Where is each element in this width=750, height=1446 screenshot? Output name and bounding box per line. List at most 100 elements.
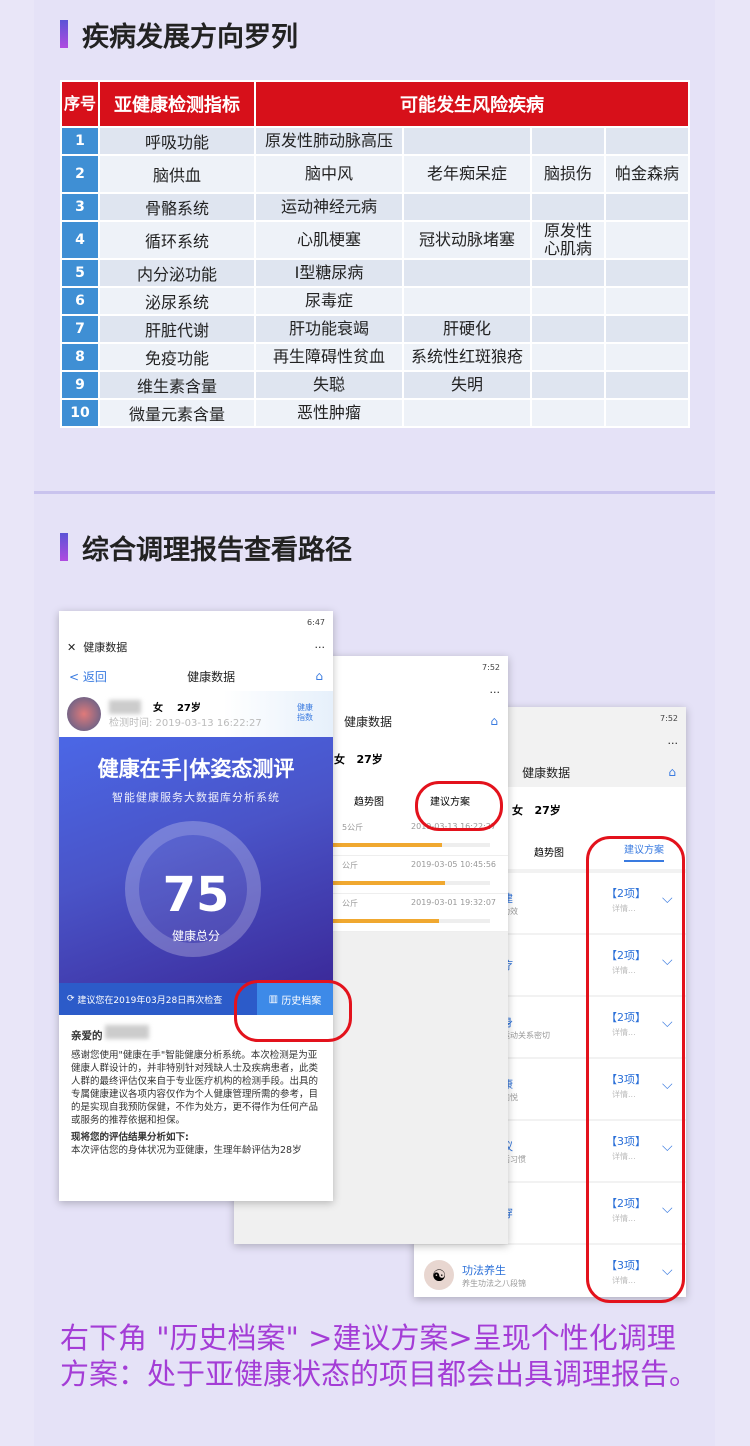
disease-cell: I型糖尿病 [254,258,404,288]
disease-cell [604,370,690,400]
record-weight: 公斤 [342,861,358,870]
disease-cell [604,314,690,344]
close-icon[interactable]: ✕ [67,641,76,654]
indicator-cell: 维生素含量 [98,370,256,400]
disease-cell [604,286,690,316]
section-divider [34,491,715,494]
advice-name: 身 [502,1014,550,1030]
caption: 右下角 "历史档案" >建议方案>呈现个性化调理方案：处于亚健康状态的项目都会出… [60,1321,699,1391]
disease-cell: 心肌梗塞 [254,220,404,260]
section-title-path: 综合调理报告查看路径 [60,527,352,567]
indicator-cell: 循环系统 [98,220,256,260]
health-index-link[interactable]: 健康指数 [297,703,319,723]
record-time: 2019-03-05 10:45:56 [411,860,496,869]
row-number: 6 [60,286,100,316]
disease-cell [530,370,606,400]
recheck-text: 建议您在2019年03月28日再次检查 [77,995,223,1006]
disease-cell [530,314,606,344]
more-menu-icon[interactable]: ··· [315,641,326,654]
row-number: 10 [60,398,100,428]
disease-cell [402,286,532,316]
table-row: 4 循环系统 心肌梗塞 冠状动脉堵塞 原发性 心肌病 [60,220,690,260]
table-row: 8 免疫功能 再生障碍性贫血 系统性红斑狼疮 [60,342,690,372]
disease-cell: 尿毒症 [254,286,404,316]
disease-cell: 失明 [402,370,532,400]
app-header: ✕ 健康数据 ··· [59,633,333,661]
row-number: 2 [60,154,100,194]
table-row: 7 肝脏代谢 肝功能衰竭 肝硬化 [60,314,690,344]
health-score: 75 [162,867,230,923]
section-title-diseases: 疾病发展方向罗列 [60,14,298,54]
disease-cell: 帕金森病 [604,154,690,194]
advice-sub: 运动关系密切 [502,1030,550,1040]
more-menu-icon[interactable]: ··· [668,737,679,750]
more-menu-icon[interactable]: ··· [490,686,501,699]
check-time: 检测时间: 2019-03-13 16:22:27 [109,718,262,729]
disease-cell: 脑损伤 [530,154,606,194]
header-indicator: 亚健康检测指标 [98,80,256,128]
header-no: 序号 [60,80,100,128]
indicator-cell: 骨骼系统 [98,192,256,222]
record-weight: 5公斤 [342,823,364,832]
indicator-cell: 内分泌功能 [98,258,256,288]
highlight-history [234,980,352,1042]
back-button[interactable]: < 返回 [69,668,107,685]
table-row: 9 维生素含量 失聪 失明 [60,370,690,400]
home-icon[interactable]: ⌂ [315,669,323,683]
table-row: 5 内分泌功能 I型糖尿病 [60,258,690,288]
disease-cell [604,220,690,260]
nav-title: 健康数据 [344,714,393,729]
disease-cell [604,258,690,288]
tab-trend[interactable]: 趋势图 [534,844,564,859]
record-progress [330,881,490,885]
disease-cell: 肝硬化 [402,314,532,344]
disease-cell: 原发性肺动脉高压 [254,126,404,156]
disease-cell [530,398,606,428]
section-title-text: 疾病发展方向罗列 [82,21,298,53]
disease-cell [604,398,690,428]
avatar [67,697,101,731]
record-progress [330,919,490,923]
disease-cell: 再生障碍性贫血 [254,342,404,372]
disease-cell: 失聪 [254,370,404,400]
disease-cell: 运动神经元病 [254,192,404,222]
indicator-cell: 微量元素含量 [98,398,256,428]
disease-cell [530,192,606,222]
table-row: 3 骨骼系统 运动神经元病 [60,192,690,222]
history-record[interactable]: 公斤 2019-03-01 19:32:07 [330,894,508,932]
home-icon[interactable]: ⌂ [490,714,498,728]
letter-body: 感谢您使用"健康在手"智能健康分析系统。本次检测是为亚健康人群设计的，并非特别针… [71,1050,319,1126]
disease-cell: 老年痴呆症 [402,154,532,194]
banner-subtitle: 智能健康服务大数据库分析系统 [112,791,280,804]
user-info: 女 27岁 检测时间: 2019-03-13 16:22:27 健康指数 [59,691,333,737]
history-record[interactable]: 公斤 2019-03-05 10:45:56 [330,856,508,894]
home-icon[interactable]: ⌂ [668,765,676,779]
row-number: 4 [60,220,100,260]
disease-cell [604,192,690,222]
indicator-cell: 肝脏代谢 [98,314,256,344]
health-score-label: 健康总分 [171,929,220,943]
score-banner: 健康在手|体姿态测评 智能健康服务大数据库分析系统 75 健康总分 [59,737,333,983]
row-number: 1 [60,126,100,156]
status-bar: 6:47 [307,617,325,627]
disease-cell [402,126,532,156]
disease-cell [530,286,606,316]
indicator-cell: 泌尿系统 [98,286,256,316]
table-row: 1 呼吸功能 原发性肺动脉高压 [60,126,690,156]
highlight-advice-tab [415,781,503,831]
disease-cell [402,192,532,222]
table-row: 6 泌尿系统 尿毒症 [60,286,690,316]
app-header-title: 健康数据 [83,641,128,654]
taichi-icon: ☯ [424,1260,454,1290]
disease-cell [604,126,690,156]
indicator-cell: 呼吸功能 [98,126,256,156]
phone-screenshot-report: 6:47 ✕ 健康数据 ··· < 返回 健康数据 ⌂ 女 27岁 检测时间: 201… [59,611,333,1201]
disease-cell: 冠状动脉堵塞 [402,220,532,260]
advice-sub: 养生功法之八段锦 [462,1278,526,1288]
disease-cell: 肝功能衰竭 [254,314,404,344]
disease-cell: 脑中风 [254,154,404,194]
blurred-name [104,1025,149,1039]
row-number: 7 [60,314,100,344]
disease-cell [530,342,606,372]
tab-trend[interactable]: 趋势图 [354,793,384,808]
